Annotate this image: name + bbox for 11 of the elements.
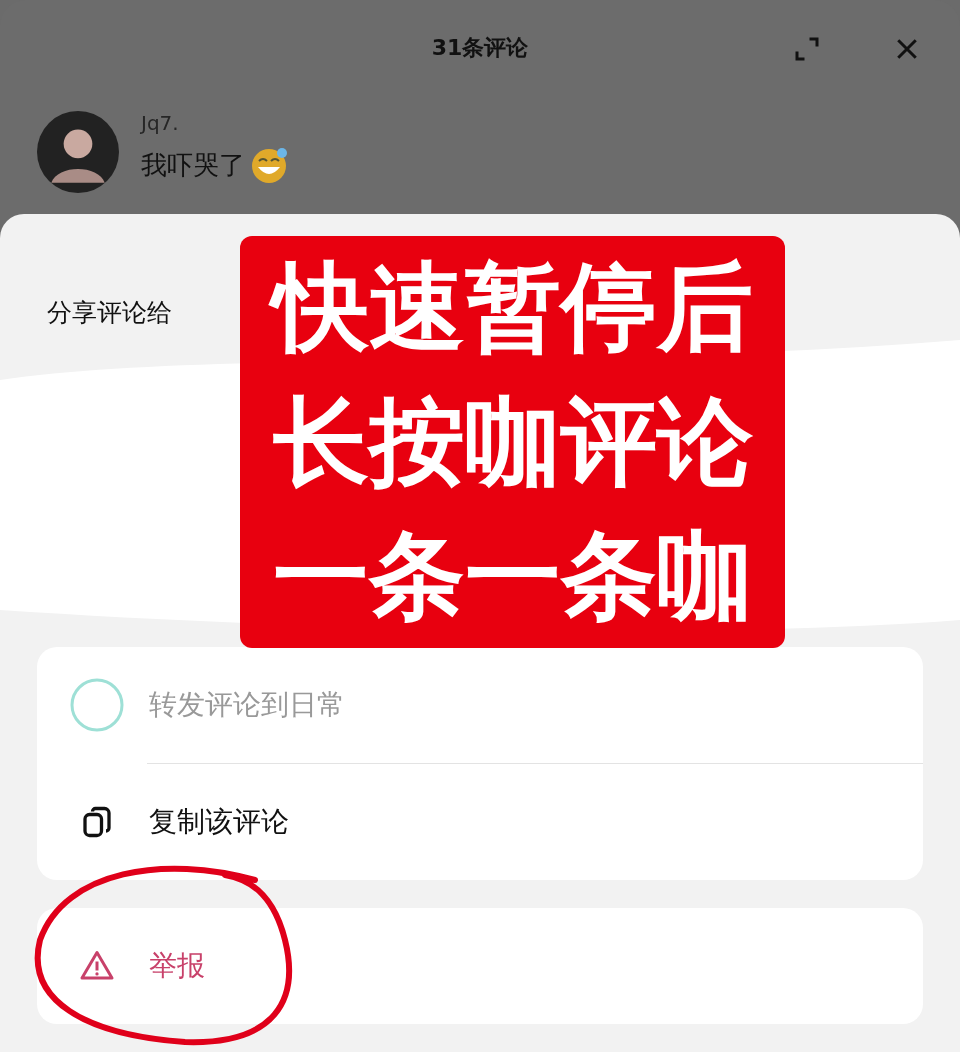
menu-item[interactable]: 转发评论到日常 — [37, 647, 923, 763]
circle-icon — [69, 677, 125, 733]
share-title: 分享评论给 — [47, 297, 173, 329]
annotation-note: 快速暂停后 长按咖评论 一条一条咖 — [240, 236, 785, 648]
comments-title: 31条评论 — [431, 33, 529, 62]
menu-item[interactable]: 举报 — [37, 908, 923, 1024]
emoji-icon — [249, 145, 289, 185]
menu-item[interactable]: 复制该评论 — [37, 764, 923, 880]
avatar[interactable] — [37, 111, 119, 193]
comment-author[interactable]: Jq7. — [141, 111, 289, 135]
comment-text: 我吓哭了 — [141, 148, 245, 182]
